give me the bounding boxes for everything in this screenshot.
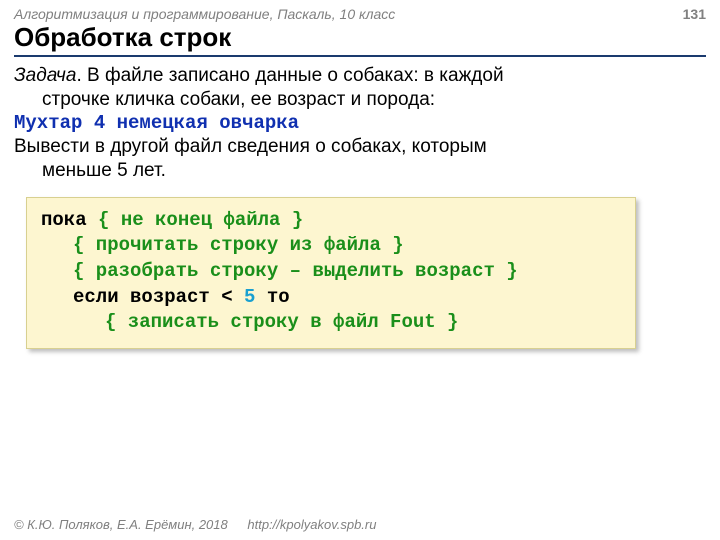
page-number: 131 xyxy=(683,6,706,22)
task-paragraph: Задача. В файле записано данные о собака… xyxy=(14,64,706,112)
footer-url: http://kpolyakov.spb.ru xyxy=(247,517,376,532)
footer-copyright: © К.Ю. Поляков, Е.А. Ерёмин, 2018 xyxy=(14,517,228,532)
code-line-1: пока { не конец файла } xyxy=(41,208,621,234)
task-label: Задача xyxy=(14,65,76,86)
code-number: 5 xyxy=(244,286,255,308)
task-output: Вывести в другой файл сведения о собаках… xyxy=(14,135,706,183)
code-if-wrap: если возраст < 5 то xyxy=(41,285,290,311)
code-box: пока { не конец файла } { прочитать стро… xyxy=(26,197,636,349)
course-label: Алгоритмизация и программирование, Паска… xyxy=(14,6,395,22)
code-kw-if: если возраст xyxy=(73,286,221,308)
code-comment-3: { разобрать строку – выделить возраст } xyxy=(41,259,518,285)
code-line-3: { разобрать строку – выделить возраст } xyxy=(41,259,621,285)
footer: © К.Ю. Поляков, Е.А. Ерёмин, 2018 http:/… xyxy=(14,517,376,532)
task-line1: . В файле записано данные о собаках: в к… xyxy=(76,65,503,86)
task-line3: Вывести в другой файл сведения о собаках… xyxy=(14,136,487,157)
slide-title: Обработка строк xyxy=(14,22,706,57)
code-line-4: если возраст < 5 то xyxy=(41,285,621,311)
code-comment-1: { не конец файла } xyxy=(98,209,303,231)
task-example: Мухтар 4 немецкая овчарка xyxy=(14,112,706,136)
code-kw-then: то xyxy=(255,286,289,308)
header-line: Алгоритмизация и программирование, Паска… xyxy=(14,6,706,22)
code-lt: < xyxy=(221,286,244,308)
code-line-5: { записать строку в файл Fout } xyxy=(41,310,621,336)
code-comment-5: { записать строку в файл Fout } xyxy=(41,310,458,336)
slide: Алгоритмизация и программирование, Паска… xyxy=(0,0,720,540)
task-line4: меньше 5 лет. xyxy=(14,159,706,183)
task-line2: строчке кличка собаки, ее возраст и поро… xyxy=(14,88,706,112)
code-comment-2: { прочитать строку из файла } xyxy=(41,233,404,259)
slide-body: Задача. В файле записано данные о собака… xyxy=(14,64,706,349)
code-kw-while: пока xyxy=(41,209,98,231)
code-line-2: { прочитать строку из файла } xyxy=(41,233,621,259)
